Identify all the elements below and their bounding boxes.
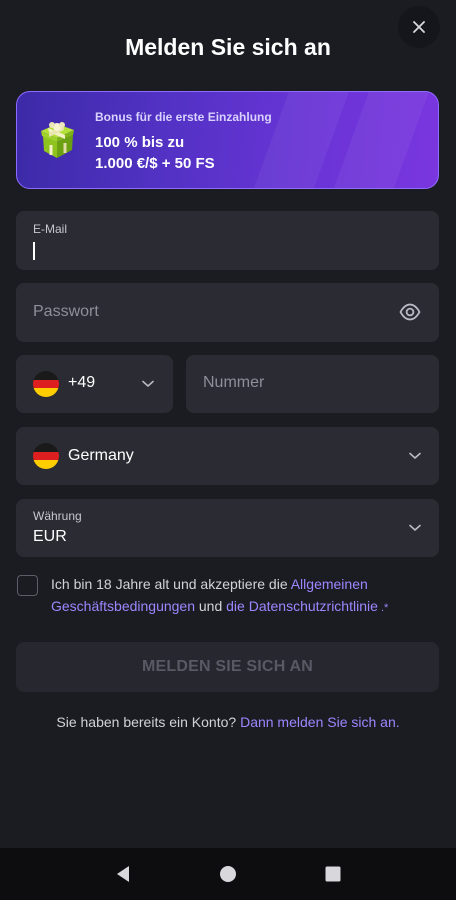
password-field[interactable]: Passwort — [16, 283, 439, 342]
currency-label: Währung — [33, 509, 82, 523]
terms-checkbox[interactable] — [17, 575, 38, 596]
phone-placeholder: Nummer — [203, 374, 265, 391]
bonus-line-2: 1.000 €/$ + 50 FS — [95, 155, 215, 172]
login-prompt: Sie haben bereits ein Konto? Dann melden… — [0, 714, 456, 730]
country-value: Germany — [68, 447, 134, 464]
bonus-subtitle: Bonus für die erste Einzahlung — [95, 110, 272, 124]
phone-number-input[interactable]: Nummer — [186, 355, 439, 413]
terms-suffix: .* — [377, 602, 389, 614]
eye-icon[interactable] — [399, 303, 421, 321]
chevron-down-icon — [409, 524, 421, 531]
nav-recents-button[interactable] — [313, 854, 353, 894]
gift-icon — [41, 122, 74, 158]
nav-home-button[interactable] — [208, 854, 248, 894]
nav-back-button[interactable] — [103, 854, 143, 894]
privacy-link[interactable]: die Datenschutzrichtlinie — [226, 598, 378, 614]
page-title: Melden Sie sich an — [125, 34, 331, 60]
login-link[interactable]: Dann melden Sie sich an. — [240, 714, 400, 730]
login-prompt-text: Sie haben bereits ein Konto? — [56, 714, 241, 730]
germany-flag-icon — [33, 371, 59, 397]
bonus-banner[interactable]: Bonus für die erste Einzahlung 100 % bis… — [16, 91, 439, 189]
chevron-down-icon — [409, 452, 421, 459]
text-caret — [33, 242, 35, 260]
currency-select[interactable]: Währung EUR — [16, 499, 439, 557]
terms-text-and: und — [195, 598, 227, 614]
android-nav-bar — [0, 848, 456, 900]
country-select[interactable]: Germany — [16, 427, 439, 485]
germany-flag-icon — [33, 443, 59, 469]
currency-value: EUR — [33, 528, 67, 545]
bonus-line-1: 100 % bis zu — [95, 134, 185, 151]
terms-text-before: Ich bin 18 Jahre alt und akzeptiere die — [51, 576, 291, 592]
password-placeholder: Passwort — [33, 303, 99, 320]
bonus-offer: 100 % bis zu 1.000 €/$ + 50 FS — [95, 132, 395, 174]
phone-country-select[interactable]: +49 — [16, 355, 173, 413]
email-field[interactable]: E-Mail — [16, 211, 439, 270]
close-icon — [413, 21, 425, 33]
email-label: E-Mail — [33, 222, 68, 236]
terms-text: Ich bin 18 Jahre alt und akzeptiere die … — [51, 573, 431, 619]
register-button[interactable]: MELDEN SIE SICH AN — [16, 642, 439, 692]
home-circle-icon — [219, 866, 236, 882]
recents-square-icon — [325, 866, 341, 882]
chevron-down-icon — [142, 380, 154, 387]
back-triangle-icon — [116, 866, 129, 882]
country-code: +49 — [68, 374, 96, 391]
